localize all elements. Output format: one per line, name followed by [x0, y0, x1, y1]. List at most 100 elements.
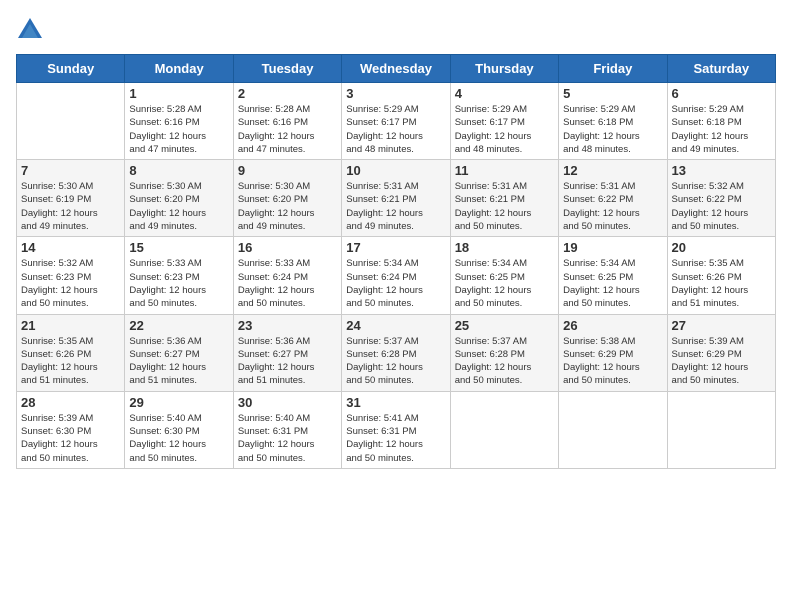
day-info: Sunrise: 5:31 AM Sunset: 6:22 PM Dayligh…: [563, 180, 662, 233]
day-info: Sunrise: 5:34 AM Sunset: 6:24 PM Dayligh…: [346, 257, 445, 310]
weekday-header-monday: Monday: [125, 55, 233, 83]
calendar-cell: 1Sunrise: 5:28 AM Sunset: 6:16 PM Daylig…: [125, 83, 233, 160]
day-number: 5: [563, 86, 662, 101]
day-number: 19: [563, 240, 662, 255]
day-number: 11: [455, 163, 554, 178]
calendar-cell: 21 Sunrise: 5:35 AM Sunset: 6:26 PM Dayli…: [17, 314, 125, 391]
day-number: 12: [563, 163, 662, 178]
calendar-cell: 6 Sunrise: 5:29 AM Sunset: 6:18 PM Daylig…: [667, 83, 775, 160]
day-info: Sunrise: 5:35 AM Sunset: 6:26 PM Dayligh…: [21, 335, 120, 388]
logo: [16, 16, 48, 44]
day-number: 18: [455, 240, 554, 255]
day-info: Sunrise: 5:29 AM Sunset: 6:17 PM Dayligh…: [455, 103, 554, 156]
calendar-body: 1Sunrise: 5:28 AM Sunset: 6:16 PM Daylig…: [17, 83, 776, 469]
calendar-cell: 4 Sunrise: 5:29 AM Sunset: 6:17 PM Daylig…: [450, 83, 558, 160]
calendar-cell: [17, 83, 125, 160]
calendar-cell: 20Sunrise: 5:35 AM Sunset: 6:26 PM Dayli…: [667, 237, 775, 314]
day-info: Sunrise: 5:36 AM Sunset: 6:27 PM Dayligh…: [129, 335, 228, 388]
day-number: 6: [672, 86, 771, 101]
calendar-cell: 24 Sunrise: 5:37 AM Sunset: 6:28 PM Dayli…: [342, 314, 450, 391]
day-info: Sunrise: 5:30 AM Sunset: 6:20 PM Dayligh…: [238, 180, 337, 233]
weekday-header-saturday: Saturday: [667, 55, 775, 83]
calendar-cell: 5 Sunrise: 5:29 AM Sunset: 6:18 PM Daylig…: [559, 83, 667, 160]
day-number: 20: [672, 240, 771, 255]
weekday-header-tuesday: Tuesday: [233, 55, 341, 83]
calendar-table: SundayMondayTuesdayWednesdayThursdayFrid…: [16, 54, 776, 469]
calendar-cell: 18Sunrise: 5:34 AM Sunset: 6:25 PM Dayli…: [450, 237, 558, 314]
day-info: Sunrise: 5:40 AM Sunset: 6:30 PM Dayligh…: [129, 412, 228, 465]
day-info: Sunrise: 5:33 AM Sunset: 6:24 PM Dayligh…: [238, 257, 337, 310]
weekday-row: SundayMondayTuesdayWednesdayThursdayFrid…: [17, 55, 776, 83]
day-info: Sunrise: 5:32 AM Sunset: 6:23 PM Dayligh…: [21, 257, 120, 310]
calendar-cell: 22 Sunrise: 5:36 AM Sunset: 6:27 PM Dayli…: [125, 314, 233, 391]
calendar-cell: [667, 391, 775, 468]
calendar-cell: 10 Sunrise: 5:31 AM Sunset: 6:21 PM Dayli…: [342, 160, 450, 237]
logo-icon: [16, 16, 44, 44]
day-number: 15: [129, 240, 228, 255]
day-number: 21: [21, 318, 120, 333]
day-number: 24: [346, 318, 445, 333]
day-info: Sunrise: 5:39 AM Sunset: 6:29 PM Dayligh…: [672, 335, 771, 388]
day-number: 14: [21, 240, 120, 255]
calendar-cell: 3Sunrise: 5:29 AM Sunset: 6:17 PM Daylig…: [342, 83, 450, 160]
day-info: Sunrise: 5:34 AM Sunset: 6:25 PM Dayligh…: [563, 257, 662, 310]
day-number: 27: [672, 318, 771, 333]
calendar-row-4: 28Sunrise: 5:39 AM Sunset: 6:30 PM Dayli…: [17, 391, 776, 468]
page-header: [16, 16, 776, 44]
day-info: Sunrise: 5:30 AM Sunset: 6:19 PM Dayligh…: [21, 180, 120, 233]
calendar-header: SundayMondayTuesdayWednesdayThursdayFrid…: [17, 55, 776, 83]
day-number: 16: [238, 240, 337, 255]
calendar-cell: 13Sunrise: 5:32 AM Sunset: 6:22 PM Dayli…: [667, 160, 775, 237]
calendar-cell: 30 Sunrise: 5:40 AM Sunset: 6:31 PM Dayli…: [233, 391, 341, 468]
day-info: Sunrise: 5:30 AM Sunset: 6:20 PM Dayligh…: [129, 180, 228, 233]
day-info: Sunrise: 5:41 AM Sunset: 6:31 PM Dayligh…: [346, 412, 445, 465]
day-number: 26: [563, 318, 662, 333]
day-info: Sunrise: 5:33 AM Sunset: 6:23 PM Dayligh…: [129, 257, 228, 310]
weekday-header-thursday: Thursday: [450, 55, 558, 83]
calendar-cell: [450, 391, 558, 468]
day-number: 31: [346, 395, 445, 410]
calendar-cell: 15 Sunrise: 5:33 AM Sunset: 6:23 PM Dayli…: [125, 237, 233, 314]
weekday-header-sunday: Sunday: [17, 55, 125, 83]
calendar-row-3: 21 Sunrise: 5:35 AM Sunset: 6:26 PM Dayli…: [17, 314, 776, 391]
day-number: 28: [21, 395, 120, 410]
calendar-cell: 31 Sunrise: 5:41 AM Sunset: 6:31 PM Dayli…: [342, 391, 450, 468]
calendar-cell: 17 Sunrise: 5:34 AM Sunset: 6:24 PM Dayli…: [342, 237, 450, 314]
day-info: Sunrise: 5:37 AM Sunset: 6:28 PM Dayligh…: [455, 335, 554, 388]
calendar-cell: 8 Sunrise: 5:30 AM Sunset: 6:20 PM Daylig…: [125, 160, 233, 237]
calendar-cell: [559, 391, 667, 468]
day-number: 30: [238, 395, 337, 410]
day-number: 10: [346, 163, 445, 178]
day-info: Sunrise: 5:29 AM Sunset: 6:18 PM Dayligh…: [563, 103, 662, 156]
day-number: 7: [21, 163, 120, 178]
calendar-cell: 11Sunrise: 5:31 AM Sunset: 6:21 PM Dayli…: [450, 160, 558, 237]
day-number: 23: [238, 318, 337, 333]
day-number: 4: [455, 86, 554, 101]
calendar-cell: 9 Sunrise: 5:30 AM Sunset: 6:20 PM Daylig…: [233, 160, 341, 237]
day-number: 13: [672, 163, 771, 178]
day-info: Sunrise: 5:36 AM Sunset: 6:27 PM Dayligh…: [238, 335, 337, 388]
calendar-cell: 29 Sunrise: 5:40 AM Sunset: 6:30 PM Dayli…: [125, 391, 233, 468]
day-number: 9: [238, 163, 337, 178]
calendar-cell: 7 Sunrise: 5:30 AM Sunset: 6:19 PM Daylig…: [17, 160, 125, 237]
calendar-cell: 28Sunrise: 5:39 AM Sunset: 6:30 PM Dayli…: [17, 391, 125, 468]
day-info: Sunrise: 5:40 AM Sunset: 6:31 PM Dayligh…: [238, 412, 337, 465]
day-info: Sunrise: 5:29 AM Sunset: 6:18 PM Dayligh…: [672, 103, 771, 156]
calendar-cell: 26 Sunrise: 5:38 AM Sunset: 6:29 PM Dayli…: [559, 314, 667, 391]
day-info: Sunrise: 5:31 AM Sunset: 6:21 PM Dayligh…: [346, 180, 445, 233]
day-info: Sunrise: 5:38 AM Sunset: 6:29 PM Dayligh…: [563, 335, 662, 388]
day-number: 29: [129, 395, 228, 410]
day-number: 22: [129, 318, 228, 333]
calendar-cell: 25Sunrise: 5:37 AM Sunset: 6:28 PM Dayli…: [450, 314, 558, 391]
day-info: Sunrise: 5:28 AM Sunset: 6:16 PM Dayligh…: [129, 103, 228, 156]
calendar-cell: 23 Sunrise: 5:36 AM Sunset: 6:27 PM Dayli…: [233, 314, 341, 391]
calendar-cell: 16 Sunrise: 5:33 AM Sunset: 6:24 PM Dayli…: [233, 237, 341, 314]
day-number: 17: [346, 240, 445, 255]
day-number: 8: [129, 163, 228, 178]
calendar-cell: 12 Sunrise: 5:31 AM Sunset: 6:22 PM Dayli…: [559, 160, 667, 237]
day-number: 2: [238, 86, 337, 101]
day-info: Sunrise: 5:28 AM Sunset: 6:16 PM Dayligh…: [238, 103, 337, 156]
calendar-row-0: 1Sunrise: 5:28 AM Sunset: 6:16 PM Daylig…: [17, 83, 776, 160]
day-info: Sunrise: 5:37 AM Sunset: 6:28 PM Dayligh…: [346, 335, 445, 388]
calendar-cell: 19 Sunrise: 5:34 AM Sunset: 6:25 PM Dayli…: [559, 237, 667, 314]
